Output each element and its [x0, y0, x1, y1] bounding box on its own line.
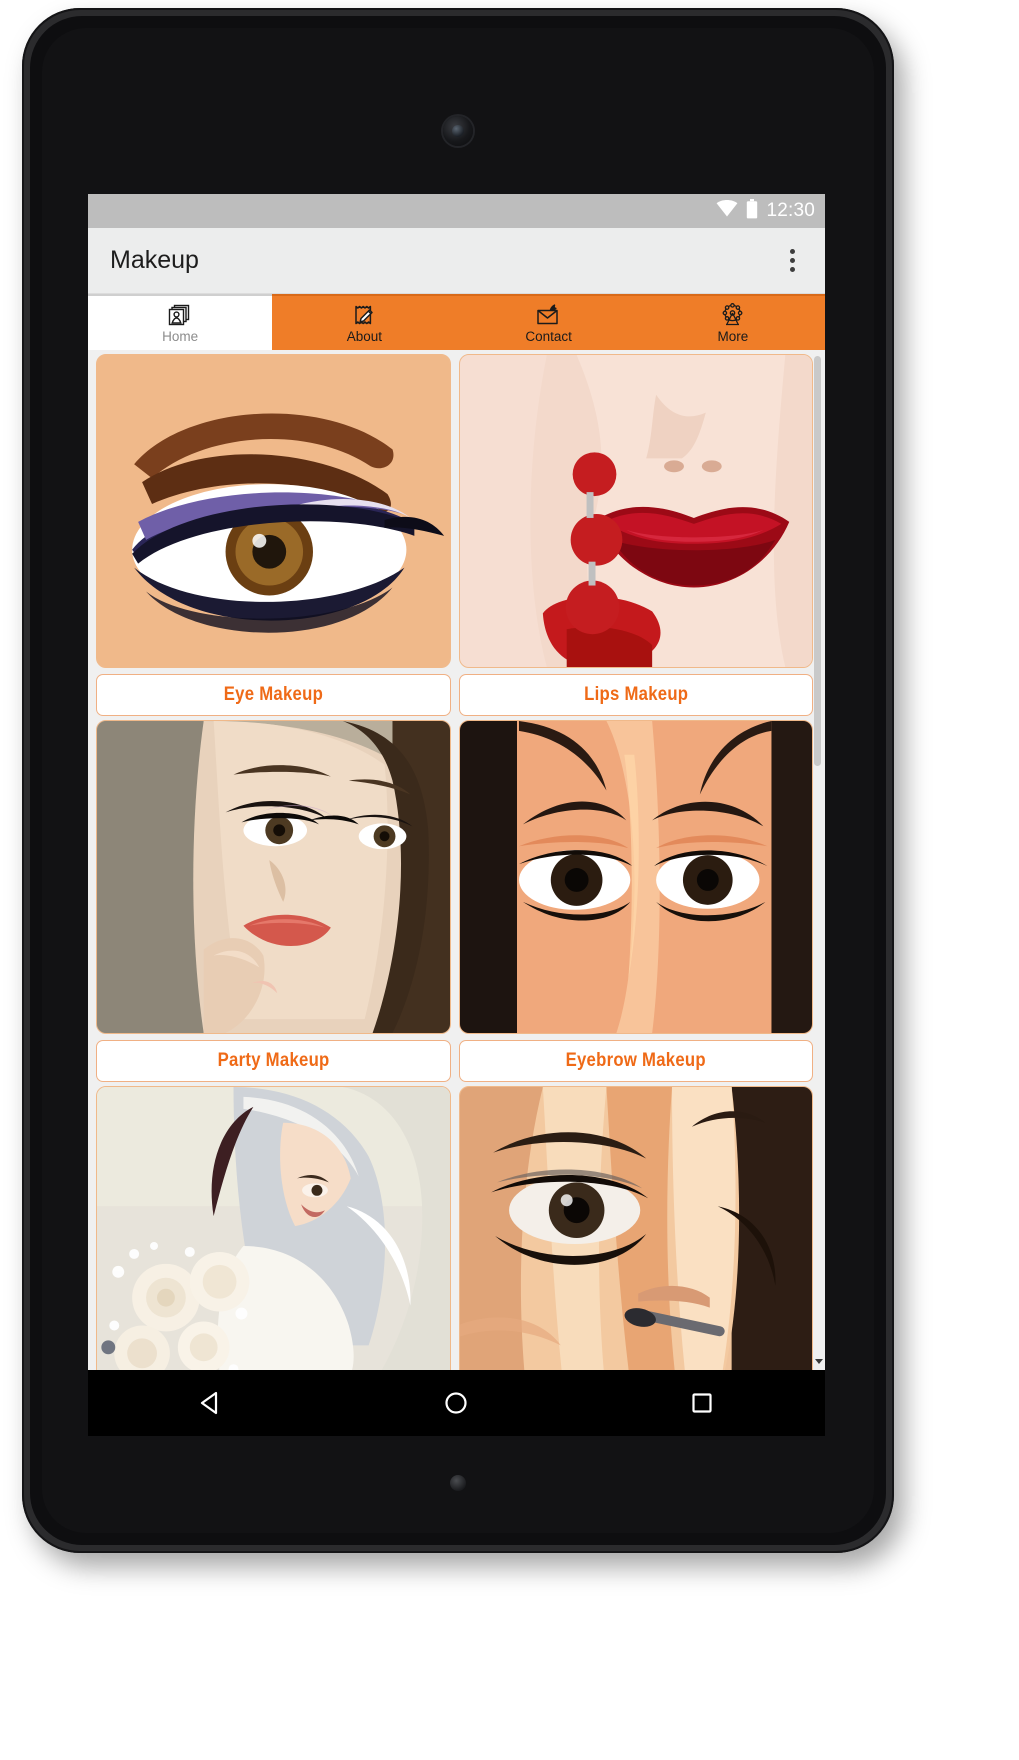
home-circle-icon: [445, 1392, 468, 1414]
eyebrow-makeup-thumbnail[interactable]: [458, 720, 813, 1034]
grid-item-eye-makeup[interactable]: Eye Makeup: [92, 354, 455, 720]
caption-text: Eyebrow Makeup: [565, 1050, 706, 1071]
caption-text: Lips Makeup: [583, 684, 688, 705]
eye-makeup-thumbnail[interactable]: [96, 354, 451, 668]
caption-text: Eye Makeup: [223, 684, 323, 705]
nav-recents-button[interactable]: [667, 1378, 737, 1428]
grid-item-caption: Eyebrow Makeup: [458, 1040, 813, 1082]
nav-back-button[interactable]: [176, 1378, 246, 1428]
overflow-dot: [789, 267, 795, 272]
nav-home-button[interactable]: [421, 1378, 491, 1428]
tab-home[interactable]: Home: [88, 294, 273, 350]
app-title: Makeup: [110, 246, 199, 274]
tab-more[interactable]: More: [640, 294, 825, 350]
grid-item-contour-makeup[interactable]: Contour Makeup: [455, 1086, 818, 1370]
envelope-icon: [535, 302, 562, 329]
bridal-makeup-thumbnail[interactable]: [96, 1086, 451, 1370]
android-navigation-bar: [88, 1370, 825, 1436]
caption-text: Party Makeup: [217, 1050, 330, 1071]
gallery-icon: [167, 302, 193, 329]
battery-icon: [746, 198, 758, 224]
grid-item-caption: Eye Makeup: [96, 674, 451, 716]
grid-item-lips-makeup[interactable]: Lips Makeup: [455, 354, 818, 720]
tab-bar: Home About Contact More: [88, 294, 825, 350]
overflow-menu-button[interactable]: [777, 242, 807, 280]
tab-home-label: Home: [162, 329, 199, 345]
scroll-down-arrow-icon[interactable]: [814, 1356, 824, 1366]
overflow-dot: [789, 258, 795, 263]
party-makeup-thumbnail[interactable]: [96, 720, 451, 1034]
device-bottom-sensor: [450, 1475, 466, 1491]
tab-more-label: More: [717, 329, 749, 345]
tab-about[interactable]: About: [272, 294, 457, 350]
scrollbar-track[interactable]: [814, 352, 823, 1368]
grid-item-party-makeup[interactable]: Party Makeup: [92, 720, 455, 1086]
tab-contact-label: Contact: [525, 329, 572, 345]
tab-contact[interactable]: Contact: [456, 294, 641, 350]
status-bar: 12:30: [88, 194, 825, 228]
grid-item-eyebrow-makeup[interactable]: Eyebrow Makeup: [455, 720, 818, 1086]
tab-about-label: About: [346, 329, 383, 345]
grid-item-caption: Party Makeup: [96, 1040, 451, 1082]
contour-makeup-thumbnail[interactable]: [458, 1086, 813, 1370]
status-bar-clock: 12:30: [766, 200, 815, 221]
recents-square-icon: [692, 1393, 712, 1413]
app-screen: 12:30 Makeup Home About Contact More Eye…: [88, 194, 825, 1370]
category-grid-scroll-area[interactable]: Eye Makeup Lips Makeup Party Makeup Eyeb…: [88, 350, 825, 1370]
note-pencil-icon: [351, 302, 377, 329]
app-bar: Makeup: [88, 228, 825, 294]
wifi-icon: [716, 200, 738, 222]
back-triangle-icon: [200, 1391, 217, 1415]
grid-item-bridal-makeup[interactable]: Bridal Makeup: [92, 1086, 455, 1370]
category-grid: Eye Makeup Lips Makeup Party Makeup Eyeb…: [88, 350, 825, 1370]
scrollbar-thumb[interactable]: [814, 356, 821, 766]
overflow-dot: [789, 249, 795, 254]
grid-item-caption: Lips Makeup: [458, 674, 813, 716]
ferris-wheel-icon: [719, 302, 746, 329]
lips-makeup-thumbnail[interactable]: [458, 354, 813, 668]
front-camera-icon: [443, 116, 473, 146]
